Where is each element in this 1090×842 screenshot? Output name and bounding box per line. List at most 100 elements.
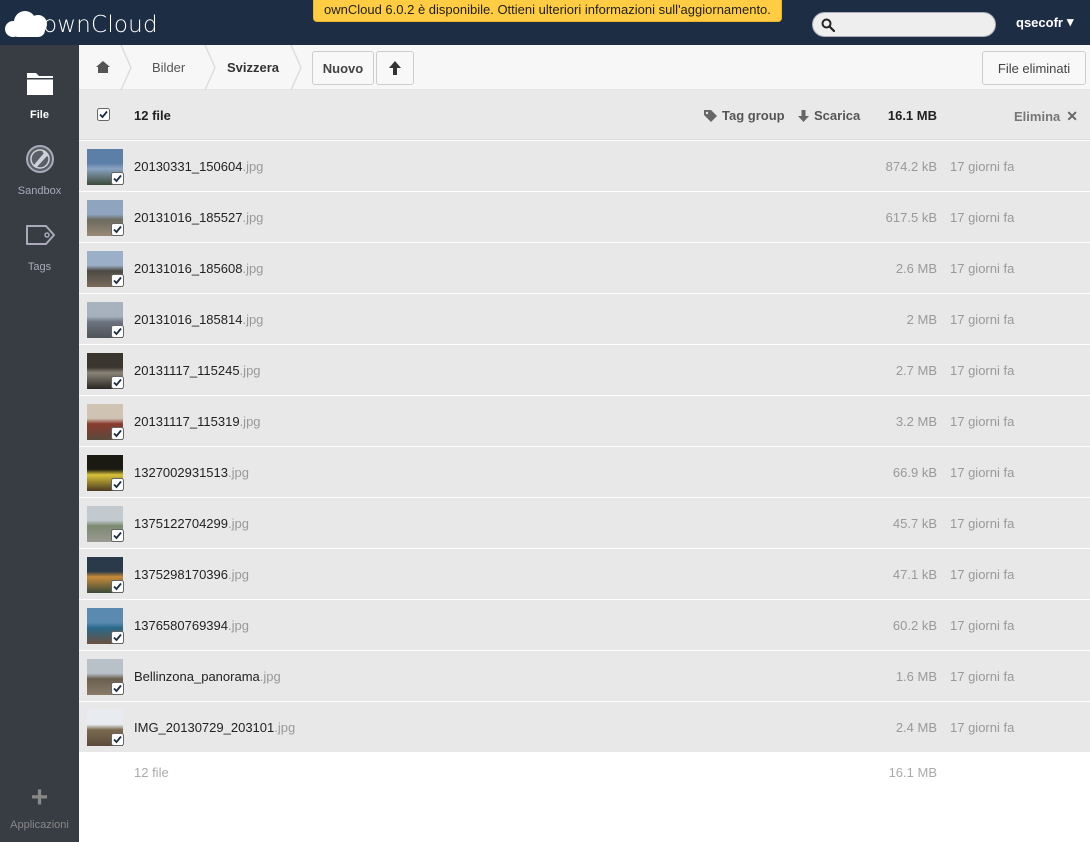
- file-basename: 20131117_115245: [134, 363, 240, 378]
- search-box[interactable]: [812, 12, 996, 37]
- update-notice[interactable]: ownCloud 6.0.2 è disponibile. Ottieni ul…: [313, 0, 782, 22]
- deleted-files-button[interactable]: File eliminati: [982, 51, 1086, 85]
- breadcrumb-item-bilder[interactable]: Bilder: [152, 45, 185, 90]
- row-checkbox[interactable]: [111, 376, 124, 389]
- file-basename: 1375298170396: [134, 567, 228, 582]
- file-modified-date: 17 giorni fa: [950, 414, 1015, 429]
- nav-item-tags[interactable]: Tags: [0, 219, 79, 291]
- table-row[interactable]: 20131117_115245.jpg 2.7 MB 17 giorni fa: [79, 345, 1090, 396]
- file-basename: 20131016_185527: [134, 210, 243, 225]
- row-checkbox[interactable]: [111, 223, 124, 236]
- home-icon: [96, 61, 110, 73]
- table-row[interactable]: 1375298170396.jpg 47.1 kB 17 giorni fa: [79, 549, 1090, 600]
- search-input[interactable]: [841, 15, 991, 34]
- file-extension: .jpg: [274, 720, 296, 735]
- upload-button[interactable]: [376, 51, 414, 85]
- file-modified-date: 17 giorni fa: [950, 720, 1015, 735]
- tag-group-action[interactable]: Tag group: [703, 108, 785, 123]
- breadcrumb-separator-icon: [204, 45, 216, 90]
- download-action[interactable]: Scarica: [797, 108, 860, 123]
- username: qsecofr: [1016, 14, 1063, 30]
- file-size: 3.2 MB: [895, 414, 937, 429]
- file-modified-date: 17 giorni fa: [950, 465, 1015, 480]
- file-basename: 20131016_185608: [134, 261, 243, 276]
- download-icon: [798, 109, 809, 122]
- plus-icon: +: [30, 781, 49, 814]
- file-name[interactable]: 1375122704299.jpg: [134, 516, 249, 531]
- file-size: 874.2 kB: [885, 159, 937, 174]
- row-checkbox[interactable]: [111, 682, 124, 695]
- header: ownCloud ownCloud 6.0.2 è disponibile. O…: [0, 0, 1090, 45]
- file-modified-date: 17 giorni fa: [950, 567, 1015, 582]
- row-checkbox[interactable]: [111, 325, 124, 338]
- row-checkbox[interactable]: [111, 427, 124, 440]
- nav-item-sandbox[interactable]: Sandbox: [0, 143, 79, 215]
- file-size: 617.5 kB: [885, 210, 937, 225]
- file-name[interactable]: 1376580769394.jpg: [134, 618, 249, 633]
- file-modified-date: 17 giorni fa: [950, 669, 1015, 684]
- chevron-down-icon: ▾: [1066, 14, 1074, 29]
- file-name[interactable]: 1327002931513.jpg: [134, 465, 249, 480]
- breadcrumb-item-svizzera[interactable]: Svizzera: [227, 45, 279, 90]
- row-checkbox[interactable]: [111, 274, 124, 287]
- user-menu[interactable]: qsecofr ▾: [1016, 14, 1074, 30]
- file-modified-date: 17 giorni fa: [950, 261, 1015, 276]
- file-extension: .jpg: [228, 516, 249, 531]
- file-name[interactable]: Bellinzona_panorama.jpg: [134, 669, 281, 684]
- file-name[interactable]: 20131016_185527.jpg: [134, 210, 263, 225]
- new-button[interactable]: Nuovo: [312, 51, 374, 85]
- apps-label: Applicazioni: [10, 819, 69, 831]
- table-row[interactable]: 20130331_150604.jpg 874.2 kB 17 giorni fa: [79, 141, 1090, 192]
- file-extension: .jpg: [239, 414, 261, 429]
- table-row[interactable]: 1327002931513.jpg 66.9 kB 17 giorni fa: [79, 447, 1090, 498]
- apps-management-button[interactable]: + Applicazioni: [0, 781, 79, 835]
- file-name[interactable]: 20131117_115245.jpg: [134, 363, 261, 378]
- sandbox-icon: [25, 145, 54, 173]
- nav-label-files: File: [30, 109, 49, 121]
- file-size: 2.6 MB: [895, 261, 937, 276]
- nav-item-files[interactable]: File: [0, 67, 79, 139]
- file-name[interactable]: 1375298170396.jpg: [134, 567, 249, 582]
- cloud-logo-icon: [5, 7, 61, 39]
- nav-label-sandbox: Sandbox: [17, 185, 62, 197]
- owncloud-logo[interactable]: ownCloud: [5, 6, 158, 40]
- table-row[interactable]: Bellinzona_panorama.jpg 1.6 MB 17 giorni f…: [79, 651, 1090, 702]
- file-size: 60.2 kB: [892, 618, 937, 633]
- summary-total-size: 16.1 MB: [888, 765, 937, 780]
- selected-total-size: 16.1 MB: [887, 108, 937, 123]
- delete-action[interactable]: Elimina ✕: [1014, 108, 1078, 125]
- file-basename: IMG_20130729_203101: [134, 720, 275, 735]
- file-name[interactable]: 20131016_185608.jpg: [134, 261, 263, 276]
- row-checkbox[interactable]: [111, 631, 124, 644]
- delete-label: Elimina: [1014, 109, 1061, 124]
- selected-files-count: 12 file: [134, 108, 171, 123]
- table-row[interactable]: 1376580769394.jpg 60.2 kB 17 giorni fa: [79, 600, 1090, 651]
- file-name[interactable]: 20131016_185814.jpg: [134, 312, 263, 327]
- row-checkbox[interactable]: [111, 172, 124, 185]
- table-row[interactable]: IMG_20130729_203101.jpg 2.4 MB 17 giorni f…: [79, 702, 1090, 753]
- file-name[interactable]: IMG_20130729_203101.jpg: [134, 720, 295, 735]
- file-name[interactable]: 20130331_150604.jpg: [134, 159, 263, 174]
- table-row[interactable]: 1375122704299.jpg 45.7 kB 17 giorni fa: [79, 498, 1090, 549]
- select-all-checkbox[interactable]: [97, 108, 110, 121]
- file-modified-date: 17 giorni fa: [950, 363, 1015, 378]
- file-basename: 20131016_185814: [134, 312, 243, 327]
- file-extension: .jpg: [239, 363, 261, 378]
- breadcrumb-separator-icon: [120, 45, 132, 90]
- table-row[interactable]: 20131016_185527.jpg 617.5 kB 17 giorni fa: [79, 192, 1090, 243]
- table-row[interactable]: 20131117_115319.jpg 3.2 MB 17 giorni fa: [79, 396, 1090, 447]
- row-checkbox[interactable]: [111, 478, 124, 491]
- tag-group-label: Tag group: [722, 108, 785, 123]
- breadcrumb-home[interactable]: [95, 45, 111, 90]
- file-extension: .jpg: [228, 567, 249, 582]
- table-row[interactable]: 20131016_185814.jpg 2 MB 17 giorni fa: [79, 294, 1090, 345]
- file-modified-date: 17 giorni fa: [950, 159, 1015, 174]
- table-row[interactable]: 20131016_185608.jpg 2.6 MB 17 giorni fa: [79, 243, 1090, 294]
- file-name[interactable]: 20131117_115319.jpg: [134, 414, 261, 429]
- controls-bar: Bilder Svizzera Nuovo File eliminati: [79, 45, 1090, 90]
- file-basename: 20130331_150604: [134, 159, 243, 174]
- row-checkbox[interactable]: [111, 529, 124, 542]
- row-checkbox[interactable]: [111, 580, 124, 593]
- tag-icon: [704, 109, 717, 122]
- row-checkbox[interactable]: [111, 733, 124, 746]
